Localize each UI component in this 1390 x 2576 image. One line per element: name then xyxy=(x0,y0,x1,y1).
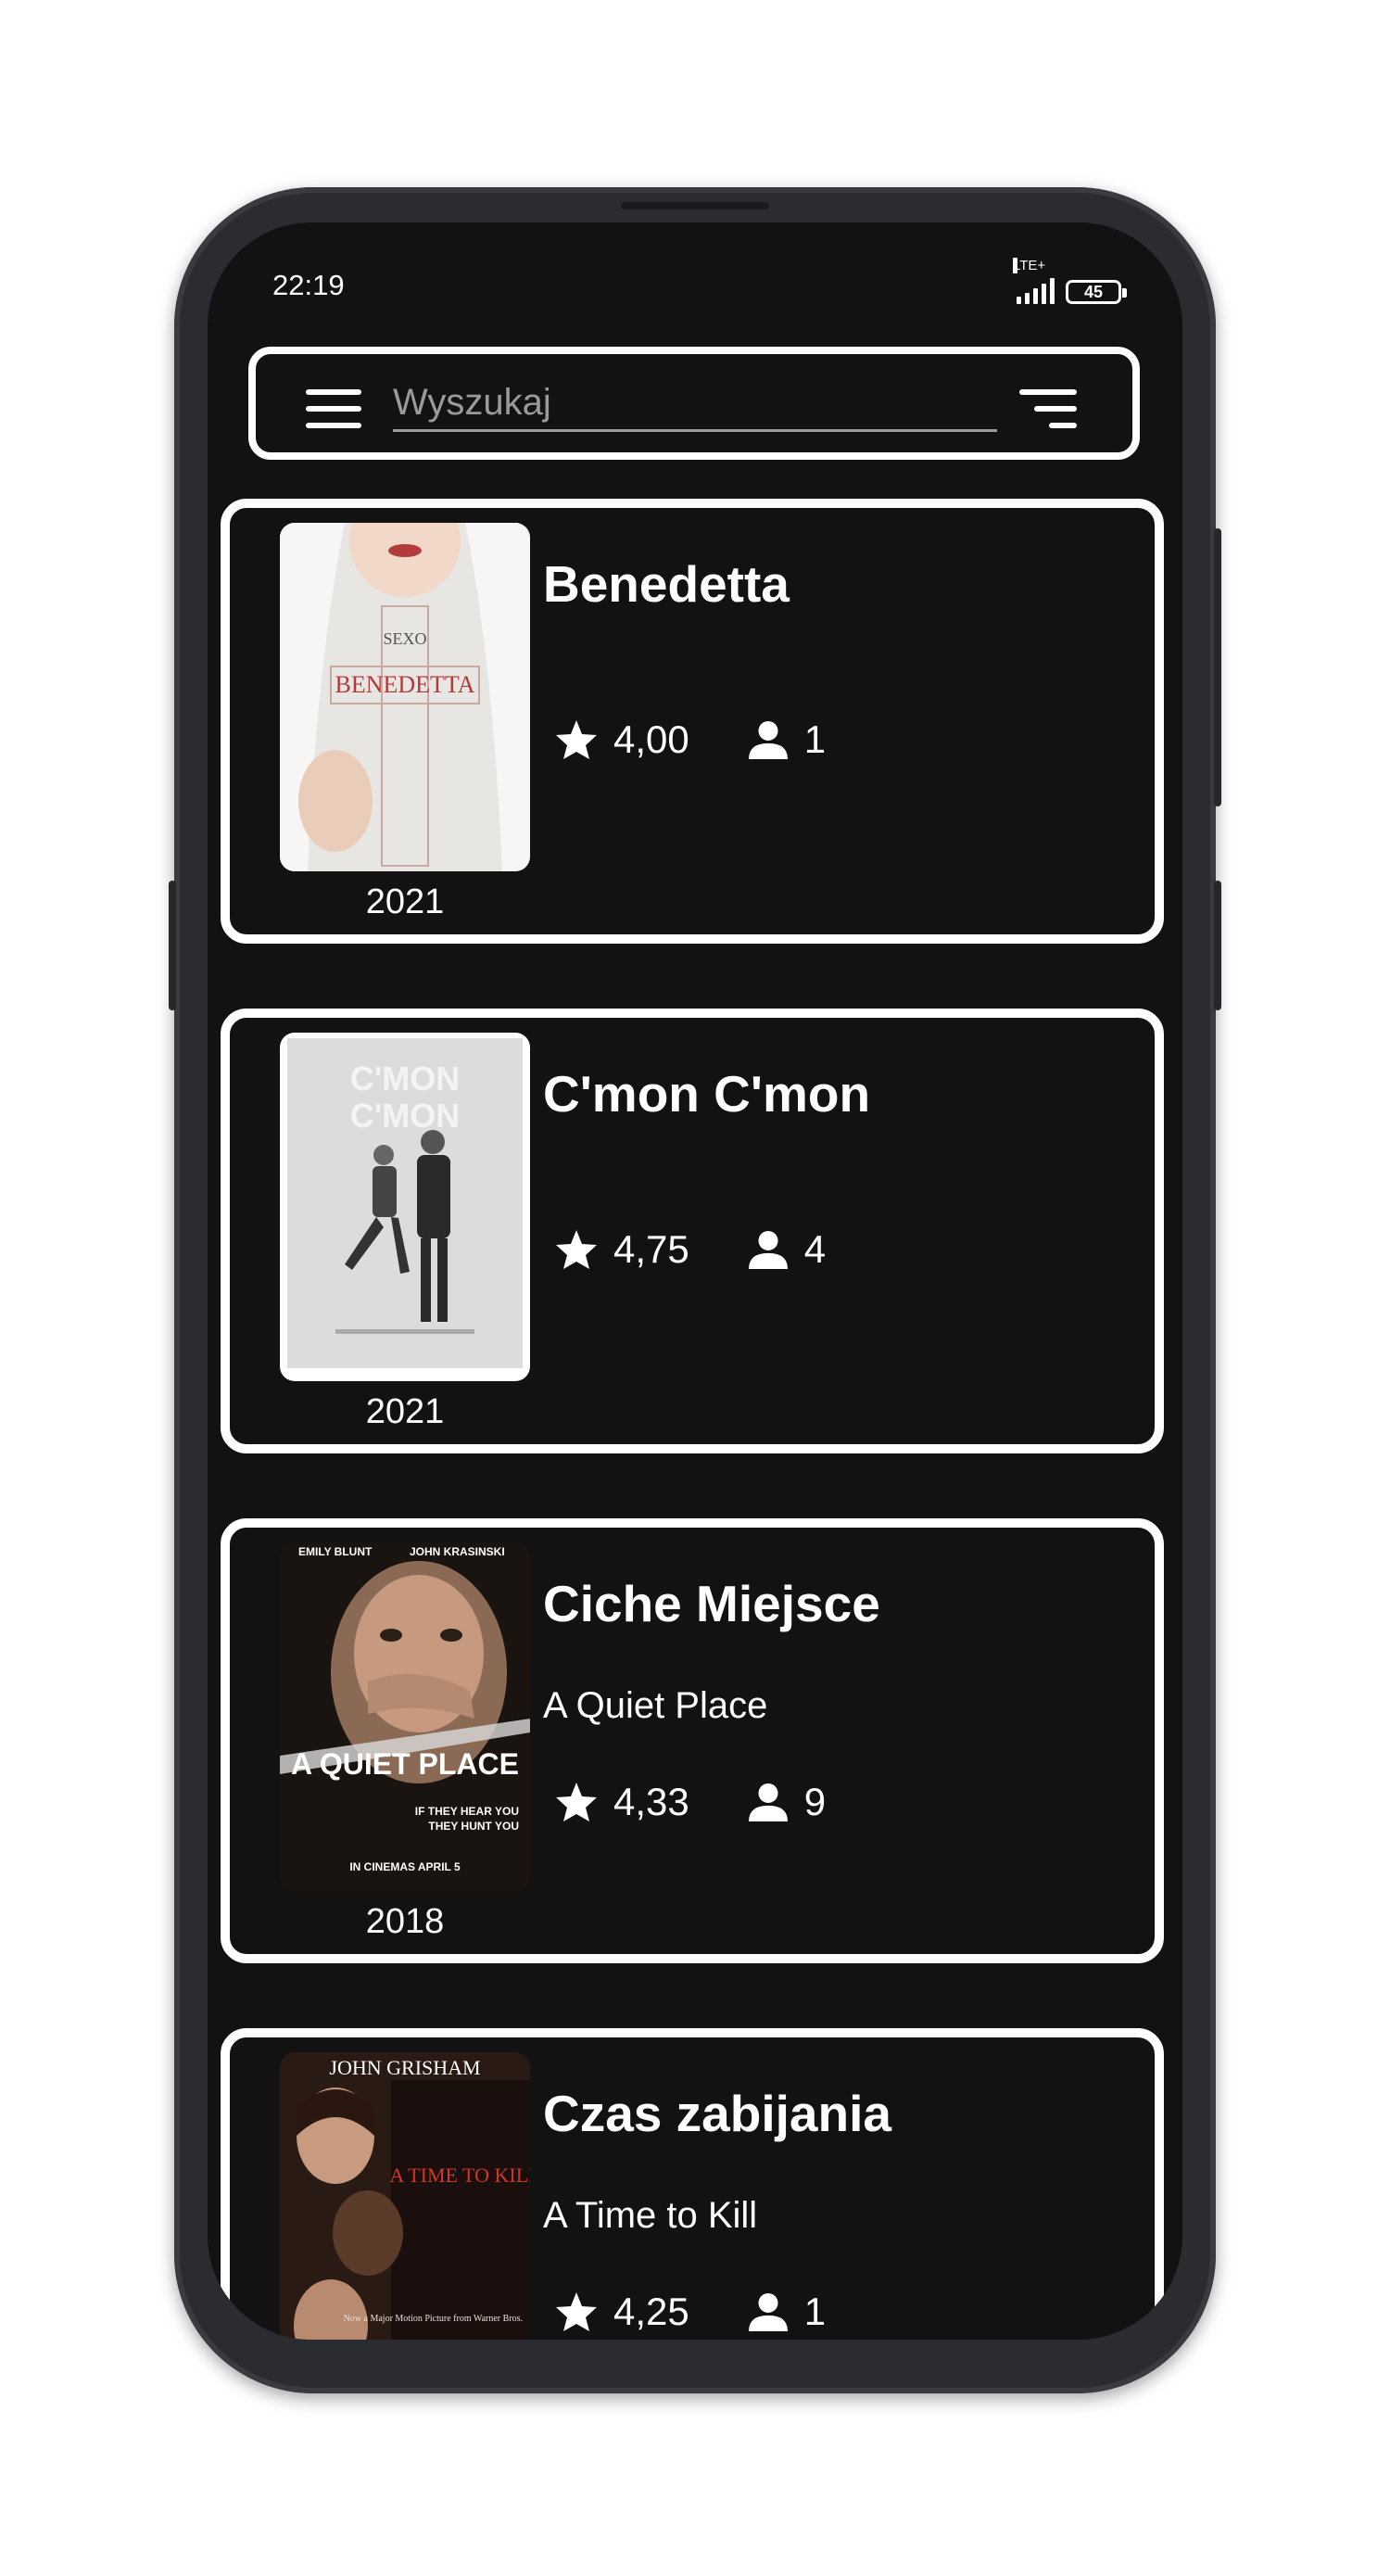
movie-card-cmon-cmon[interactable]: C'MON C'MON 2021 C'mon C'mon 4,75 4 xyxy=(221,1009,1164,1453)
movie-title: Ciche Miejsce xyxy=(543,1575,880,1632)
person-icon xyxy=(748,1783,788,1821)
votes-count: 1 xyxy=(803,2290,827,2333)
poster-text: A TIME TO KILL xyxy=(389,2164,530,2187)
app-screen: 22:19 LTE+ 45 Wyszukaj SEXO BENEDETTA 20… xyxy=(208,222,1182,2340)
movie-card-czas-zabijania[interactable]: JOHN GRISHAM A TIME TO KILL Now a Major … xyxy=(221,2028,1164,2340)
status-icons: LTE+ 45 xyxy=(1013,258,1127,304)
poster-text: JOHN GRISHAM xyxy=(329,2056,480,2079)
votes-count: 9 xyxy=(803,1780,827,1823)
person-icon xyxy=(748,2292,788,2331)
poster-text: THEY HUNT YOU xyxy=(428,1820,519,1833)
side-button xyxy=(1214,881,1221,1010)
star-icon xyxy=(556,720,597,759)
star-icon xyxy=(556,2292,597,2331)
movie-original-title: A Time to Kill xyxy=(543,2195,758,2236)
movie-stats: 4,75 4 xyxy=(554,1227,826,1272)
star-icon xyxy=(556,1230,597,1269)
poster-text: C'MON xyxy=(350,1097,461,1135)
poster-text: EMILY BLUNT xyxy=(298,1545,373,1558)
movie-stats: 4,00 1 xyxy=(554,717,826,762)
sort-icon[interactable] xyxy=(1019,389,1077,428)
movie-title: C'mon C'mon xyxy=(543,1065,871,1123)
poster-text: JOHN KRASINSKI xyxy=(410,1545,505,1558)
movie-stats: 4,33 9 xyxy=(554,1780,826,1824)
movie-poster: C'MON C'MON xyxy=(280,1033,530,1381)
poster-text: BENEDETTA xyxy=(335,671,475,698)
volume-button xyxy=(169,881,176,1010)
movie-poster: EMILY BLUNT JOHN KRASINSKI A QUIET PLACE… xyxy=(280,1542,530,1891)
poster-text: A QUIET PLACE xyxy=(291,1747,519,1781)
speaker-grille xyxy=(621,202,769,209)
movie-poster: SEXO BENEDETTA xyxy=(280,523,530,871)
movie-card-benedetta[interactable]: SEXO BENEDETTA 2021 Benedetta 4,00 1 xyxy=(221,499,1164,944)
movie-year: 2021 xyxy=(365,1392,445,1431)
network-type: LTE+ xyxy=(1013,258,1046,273)
votes-count: 1 xyxy=(803,717,827,761)
movie-card-ciche-miejsce[interactable]: EMILY BLUNT JOHN KRASINSKI A QUIET PLACE… xyxy=(221,1518,1164,1963)
movie-poster: JOHN GRISHAM A TIME TO KILL Now a Major … xyxy=(280,2052,530,2340)
votes-count: 4 xyxy=(803,1227,827,1271)
search-input[interactable] xyxy=(393,376,997,432)
poster-text: IF THEY HEAR YOU xyxy=(415,1805,519,1818)
menu-icon[interactable] xyxy=(306,389,361,428)
rating-value: 4,33 xyxy=(613,1780,689,1823)
movie-title: Czas zabijania xyxy=(543,2085,891,2142)
search-bar xyxy=(248,347,1140,460)
power-button xyxy=(1214,528,1221,806)
battery-level: 45 xyxy=(1083,282,1104,301)
rating-value: 4,00 xyxy=(613,717,689,761)
poster-text: IN CINEMAS APRIL 5 xyxy=(349,1860,461,1873)
movie-title: Benedetta xyxy=(543,555,790,613)
star-icon xyxy=(556,1783,597,1821)
movie-original-title: A Quiet Place xyxy=(543,1685,768,1726)
battery-icon: 45 xyxy=(1066,280,1127,304)
person-icon xyxy=(748,720,788,759)
movie-year: 2018 xyxy=(365,1902,445,1941)
person-icon xyxy=(748,1230,788,1269)
signal-icon: LTE+ xyxy=(1013,258,1055,304)
status-time: 22:19 xyxy=(272,269,345,301)
poster-text: C'MON xyxy=(350,1060,461,1098)
rating-value: 4,25 xyxy=(613,2290,689,2333)
rating-value: 4,75 xyxy=(613,1227,689,1271)
movie-stats: 4,25 1 xyxy=(554,2290,826,2334)
poster-text: Now a Major Motion Picture from Warner B… xyxy=(344,2314,523,2324)
poster-text: SEXO xyxy=(383,629,426,648)
movie-year: 2021 xyxy=(365,882,445,921)
